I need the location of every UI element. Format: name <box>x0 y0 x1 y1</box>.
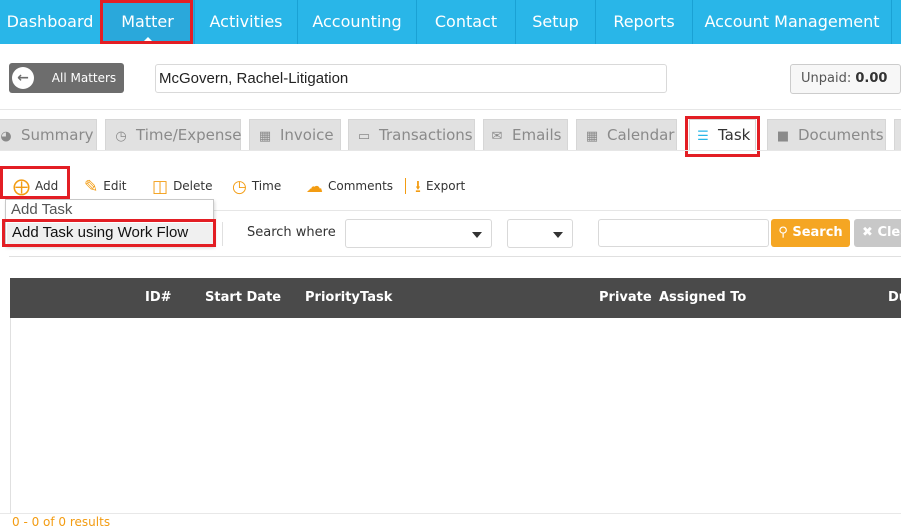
close-icon: ✖ <box>862 225 873 240</box>
comments-icon: ☁ <box>306 177 323 197</box>
tab-documents[interactable]: ■ Documents <box>767 119 886 151</box>
nav-separator <box>891 0 892 44</box>
all-matters-button[interactable]: ← All Matters <box>9 63 124 93</box>
search-input[interactable] <box>598 219 769 247</box>
nav-dashboard[interactable]: Dashboard <box>0 0 100 44</box>
clock-icon: ◷ <box>115 129 127 144</box>
dashboard-icon: ◕ <box>0 129 12 144</box>
search-field-select[interactable] <box>345 219 492 248</box>
edit-icon: ✎ <box>84 177 99 197</box>
nav-accounting[interactable]: Accounting <box>298 0 416 44</box>
task-grid-header: ID# Start Date Priority Task Private Ass… <box>10 278 901 318</box>
toolbar-separator <box>405 178 406 194</box>
filter-separator <box>222 222 223 246</box>
menu-add-task-workflow[interactable]: Add Task using Work Flow <box>7 223 213 245</box>
folder-icon: ■ <box>776 129 790 144</box>
column-due[interactable]: Du <box>888 278 901 318</box>
active-caret-icon <box>139 37 156 45</box>
add-dropdown-menu: Add Task Add Task using Work Flow <box>5 199 214 246</box>
edit-button[interactable]: ✎ Edit <box>84 174 127 198</box>
envelope-icon: ✉ <box>491 129 503 144</box>
tab-calendar[interactable]: ▦ Calendar <box>576 119 677 151</box>
menu-add-task[interactable]: Add Task <box>11 201 72 218</box>
nav-matter[interactable]: Matter <box>101 0 194 45</box>
column-priority[interactable]: Priority <box>305 278 360 318</box>
chevron-down-icon <box>553 232 563 238</box>
trash-icon: ◫ <box>152 177 169 197</box>
column-private[interactable]: Private <box>599 278 652 318</box>
column-start-date[interactable]: Start Date <box>205 278 281 318</box>
back-arrow-icon: ← <box>12 67 34 89</box>
filter-bottom-line <box>9 256 901 257</box>
unpaid-balance: Unpaid: 0.00 <box>790 64 901 94</box>
search-button[interactable]: ⚲ Search <box>771 219 850 247</box>
tab-bottom-line <box>0 150 901 151</box>
column-assigned-to[interactable]: Assigned To <box>659 278 746 318</box>
top-nav: Dashboard Matter Activities Accounting C… <box>0 0 901 45</box>
time-button[interactable]: ◷ Time <box>232 174 281 198</box>
column-id[interactable]: ID# <box>145 278 172 318</box>
tab-emails[interactable]: ✉ Emails <box>483 119 568 151</box>
tab-invoice[interactable]: ▦ Invoice <box>249 119 341 151</box>
nav-setup[interactable]: Setup <box>516 0 595 44</box>
delete-button[interactable]: ◫ Delete <box>152 174 213 198</box>
clear-button[interactable]: ✖ Clear <box>854 219 901 247</box>
tab-time-expense[interactable]: ◷ Time/Expense <box>105 119 241 151</box>
footer-line <box>0 513 901 514</box>
tab-more[interactable] <box>894 119 901 151</box>
search-where-label: Search where <box>247 225 336 240</box>
search-icon: ⚲ <box>778 225 788 240</box>
nav-account-management[interactable]: Account Management <box>693 0 891 44</box>
tab-transactions[interactable]: ▭ Transactions <box>348 119 475 151</box>
task-grid-body <box>10 318 901 514</box>
credit-card-icon: ▭ <box>357 129 371 144</box>
download-icon: ⭳ <box>415 177 421 197</box>
nav-reports[interactable]: Reports <box>596 0 692 44</box>
column-task[interactable]: Task <box>360 278 392 318</box>
calculator-icon: ▦ <box>258 129 272 144</box>
add-button[interactable]: ⨁ Add <box>13 174 58 198</box>
plus-circle-icon: ⨁ <box>13 177 30 197</box>
tasks-icon: ☰ <box>697 129 709 144</box>
comments-button[interactable]: ☁ Comments <box>306 174 393 198</box>
search-operator-select[interactable] <box>507 219 573 248</box>
nav-activities[interactable]: Activities <box>195 0 297 44</box>
results-count: 0 - 0 of 0 results <box>12 515 111 529</box>
divider <box>0 109 901 110</box>
tab-summary[interactable]: ◕ Summary <box>0 119 97 151</box>
chevron-down-icon <box>472 232 482 238</box>
export-button[interactable]: ⭳ Export <box>415 174 465 198</box>
clock-icon: ◷ <box>232 177 247 197</box>
matter-name-field[interactable]: McGovern, Rachel-Litigation <box>155 64 667 93</box>
nav-contact[interactable]: Contact <box>417 0 515 44</box>
tab-task[interactable]: ☰ Task <box>689 119 756 151</box>
calendar-icon: ▦ <box>585 129 599 144</box>
